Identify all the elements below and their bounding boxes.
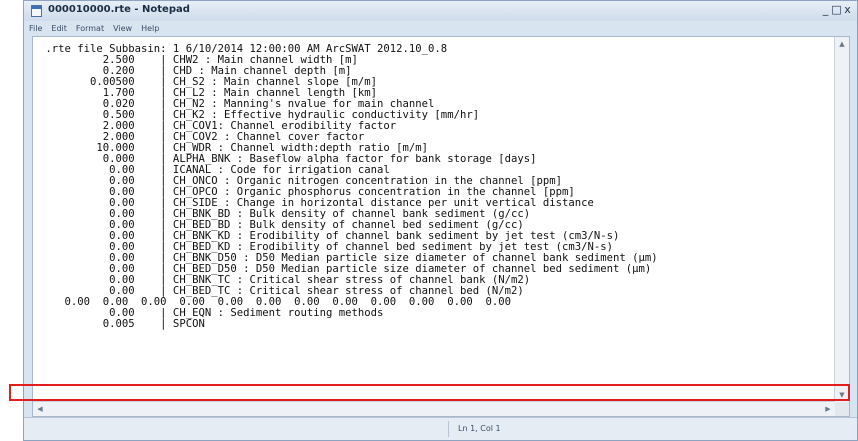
menu-bar: File Edit Format View Help bbox=[24, 21, 857, 36]
scroll-down-icon[interactable]: ▼ bbox=[835, 388, 849, 402]
text-editor[interactable]: .rte file Subbasin: 1 6/10/2014 12:00:00… bbox=[32, 36, 850, 417]
minimize-button[interactable]: _ bbox=[820, 3, 831, 17]
text-line: 0.005 | SPCON bbox=[39, 318, 205, 330]
cursor-position: Ln 1, Col 1 bbox=[458, 424, 501, 433]
scroll-corner bbox=[835, 402, 849, 416]
close-button[interactable]: x bbox=[842, 3, 853, 17]
menu-format[interactable]: Format bbox=[76, 24, 104, 33]
status-bar: Ln 1, Col 1 bbox=[24, 417, 857, 440]
menu-file[interactable]: File bbox=[29, 24, 42, 33]
menu-help[interactable]: Help bbox=[141, 24, 159, 33]
scroll-left-icon[interactable]: ◀ bbox=[33, 402, 47, 416]
maximize-button[interactable]: □ bbox=[831, 3, 842, 17]
window-title: 000010000.rte - Notepad bbox=[48, 4, 190, 15]
scroll-right-icon[interactable]: ▶ bbox=[821, 402, 835, 416]
scroll-up-icon[interactable]: ▲ bbox=[835, 37, 849, 51]
window-controls: _ □ x bbox=[820, 3, 853, 17]
status-divider bbox=[448, 421, 449, 437]
menu-edit[interactable]: Edit bbox=[51, 24, 67, 33]
menu-view[interactable]: View bbox=[113, 24, 132, 33]
vertical-scrollbar[interactable]: ▲ ▼ bbox=[834, 37, 849, 402]
title-bar[interactable]: 000010000.rte - Notepad _ □ x bbox=[24, 1, 857, 21]
notepad-icon bbox=[31, 5, 42, 17]
notepad-window: 000010000.rte - Notepad _ □ x File Edit … bbox=[23, 0, 858, 441]
horizontal-scrollbar[interactable]: ◀ ▶ bbox=[33, 401, 835, 416]
text-content[interactable]: .rte file Subbasin: 1 6/10/2014 12:00:00… bbox=[33, 37, 835, 402]
